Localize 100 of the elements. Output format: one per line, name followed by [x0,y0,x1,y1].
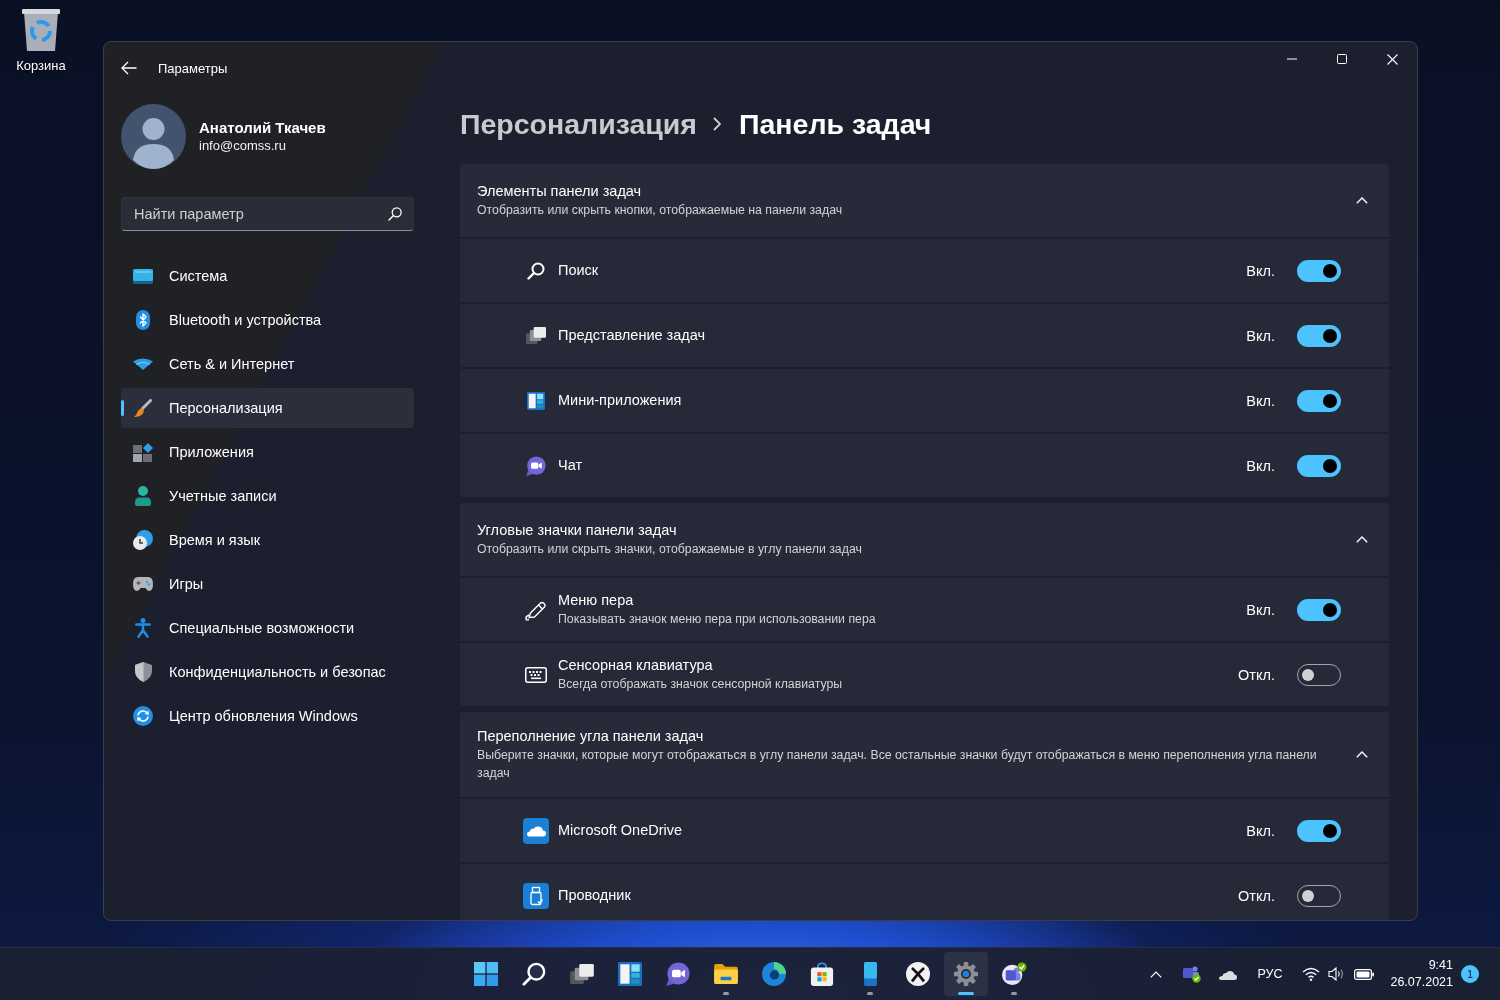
toggle-state-label: Вкл. [1246,392,1275,409]
setting-label: Представление задач [558,326,707,345]
accessibility-icon [135,618,151,638]
search-field[interactable]: Найти параметр [121,197,414,231]
toggle-switch[interactable] [1297,819,1341,842]
folder-icon [714,964,738,984]
taskbar-button[interactable] [944,952,988,996]
sync-icon [133,706,153,726]
shopping-bag-icon [810,962,834,986]
sidebar-item[interactable]: Центр обновления Windows [121,696,414,736]
user-avatar [121,104,186,169]
breadcrumb-link[interactable]: Персонализация [460,107,697,141]
user-name: Анатолий Ткачев [199,118,326,137]
language-indicator[interactable]: РУС [1257,967,1283,981]
monitor-icon [133,268,153,284]
widgets-icon [527,391,545,410]
back-arrow-icon [121,61,137,75]
phone-icon [863,962,877,986]
desktop-icon-label[interactable]: Корзина [16,58,66,73]
sidebar-item[interactable]: Система [121,256,414,296]
globe-clock-icon [133,530,153,550]
close-icon [1386,53,1398,65]
toggle-state-label: Откл. [1238,887,1275,904]
sidebar-item[interactable]: Сеть & и Интернет [121,344,414,384]
selection-indicator [121,400,124,416]
section-title: Переполнение угла панели задач [477,727,705,746]
brush-icon [134,399,152,417]
chevron-up-icon[interactable] [1356,536,1368,543]
section-title: Угловые значки панели задач [477,521,678,540]
setting-label: Поиск [558,261,600,280]
speaker-icon[interactable] [1328,967,1345,981]
setting-label: Microsoft OneDrive [558,821,684,840]
toggle-state-label: Вкл. [1246,327,1275,344]
team-logo-icon[interactable] [1182,965,1202,983]
setting-label: Меню пера [558,591,635,610]
toggle-state-label: Вкл. [1246,601,1275,618]
gear-icon [954,962,978,986]
toggle-switch[interactable] [1297,598,1341,621]
sidebar-item[interactable]: Время и язык [121,520,414,560]
maximize-icon [1337,54,1347,64]
drive-tile-icon [523,882,549,909]
sidebar-item[interactable]: Приложения [121,432,414,472]
back-button[interactable] [120,59,138,77]
widgets-icon [618,962,642,986]
sidebar-item[interactable]: Bluetooth и устройства [121,300,414,340]
toggle-state-label: Откл. [1238,666,1275,683]
task-view-icon [570,964,594,984]
user-email: info@comss.ru [199,137,287,155]
bluetooth-icon [136,310,150,330]
recycle-bin-icon[interactable] [21,7,61,51]
battery-icon[interactable] [1354,968,1375,980]
shield-icon [134,662,152,682]
setting-description: Всегда отображать значок сенсорной клавиатуры [558,676,844,693]
section-subtitle: Отобразить или скрыть кнопки, отображаемые на панели задач [477,202,844,219]
wifi-icon [133,358,153,370]
toggle-switch[interactable] [1297,389,1341,412]
ring-icon [762,962,786,986]
setting-label: Чат [558,456,584,475]
chevron-up-icon[interactable] [1356,751,1368,758]
apps-icon [133,442,153,462]
toggle-switch[interactable] [1297,259,1341,282]
setting-description: Показывать значок меню пера при использовании пера [558,611,877,628]
sidebar-item[interactable]: Учетные записи [121,476,414,516]
cloud-icon[interactable] [1219,968,1238,980]
sidebar-item[interactable]: Специальные возможности [121,608,414,648]
four-squares-icon [474,962,498,986]
clock-date[interactable]: 26.07.2021 [1390,974,1453,991]
toggle-state-label: Вкл. [1246,262,1275,279]
toggle-switch[interactable] [1297,454,1341,477]
clock-time[interactable]: 9:41 [1428,957,1453,974]
sidebar-item[interactable]: Игры [121,564,414,604]
page-title: Панель задач [739,107,932,141]
sidebar-item[interactable]: Конфиденциальность и безопас [121,652,414,692]
search-icon [527,261,545,280]
notification-count[interactable]: 1 [1461,965,1479,983]
toggle-switch[interactable] [1297,324,1341,347]
section-header[interactable]: Элементы панели задач Отобразить или скрыть кнопки, отображаемые на панели задач [460,164,1389,237]
person-icon [135,486,151,506]
gamepad-icon [133,577,153,591]
setting-label: Проводник [558,886,632,905]
chevron-up-icon[interactable] [1150,970,1163,978]
toggle-state-label: Вкл. [1246,457,1275,474]
search-icon[interactable] [388,207,402,221]
section-title: Элементы панели задач [477,182,643,201]
search-icon [522,962,546,986]
video-chat-icon [526,455,546,476]
chevron-right-icon [713,117,721,131]
toggle-state-label: Вкл. [1246,822,1275,839]
section-header[interactable]: Переполнение угла панели задач Выберите значки, которые могут отображаться в углу панели задач. Все остальные значки будут отображаться в меню переполнения угла панели задач [460,712,1389,797]
x-circle-icon [906,962,930,986]
task-view-icon [526,327,546,344]
section-subtitle: Отобразить или скрыть значки, отображаемые в углу панели задач [477,541,863,558]
sidebar-item[interactable]: Персонализация [121,388,414,428]
team-logo-icon [1001,962,1027,986]
section-header[interactable]: Угловые значки панели задач Отобразить или скрыть значки, отображаемые в углу панели задач [460,503,1389,576]
cloud-tile-icon [523,817,549,844]
minimize-icon [1287,58,1297,60]
window-title: Параметры [158,60,228,76]
chevron-up-icon[interactable] [1356,197,1368,204]
wifi-icon[interactable] [1302,967,1321,981]
